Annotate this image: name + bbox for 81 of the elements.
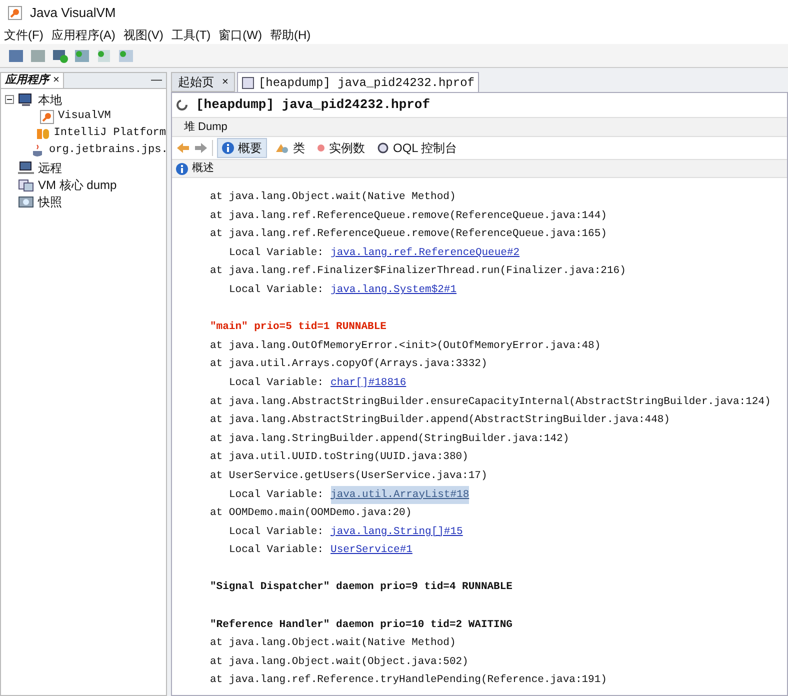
toolbar-icon[interactable] <box>118 48 134 62</box>
dot-icon <box>317 144 325 152</box>
toolbar-icon[interactable] <box>52 48 68 62</box>
view-tab[interactable]: 类 <box>271 138 309 158</box>
stack-frame: at java.lang.AbstractStringBuilder.append(AbstractStringBuilder.java:448) <box>210 414 670 426</box>
editor-tab[interactable]: [heapdump] java_pid24232.hprof <box>237 72 480 92</box>
stack-frame: at java.lang.ref.Finalizer$FinalizerThread.run(Finalizer.java:216) <box>210 265 626 278</box>
shapes-icon <box>275 142 289 154</box>
dump-heading: [heapdump] java_pid24232.hprof <box>196 96 430 114</box>
loading-icon <box>176 99 188 111</box>
core-dump-icon <box>18 178 34 192</box>
menu-item[interactable]: 视图(V) <box>123 26 164 44</box>
app-icon <box>8 6 22 20</box>
window-title: Java VisualVM <box>30 4 116 22</box>
collapse-toggle[interactable] <box>5 95 14 104</box>
variable-link[interactable]: java.lang.String[]#15 <box>330 522 463 542</box>
view-tab[interactable]: 实例数 <box>313 138 369 158</box>
toolbar-icon[interactable] <box>30 48 46 62</box>
computer-icon <box>18 92 34 106</box>
network-computer-icon <box>18 160 34 174</box>
stack-frame: at OOMDemo.main(OOMDemo.java:20) <box>210 507 412 520</box>
variable-label: Local Variable: <box>229 488 324 502</box>
menu-item[interactable]: 应用程序(A) <box>51 26 116 44</box>
tree-item[interactable]: 远程 <box>38 158 62 176</box>
thread-header: "Reference Handler" daemon prio=10 tid=2 WAITING <box>210 618 512 631</box>
toolbar-icon[interactable] <box>74 48 90 62</box>
forward-arrow-icon[interactable] <box>194 142 208 154</box>
app-icon <box>40 110 54 124</box>
variable-label: Local Variable: <box>229 246 324 261</box>
tree-item[interactable]: 本地 <box>38 90 62 108</box>
stack-frame: at UserService.getUsers(UserService.java:17) <box>210 470 488 482</box>
view-tab[interactable]: 概要 <box>217 138 267 158</box>
minimize-button[interactable]: — <box>151 72 166 89</box>
stack-frame: at java.lang.OutOfMemoryError.<init>(OutOfMemoryError.java:48) <box>210 340 601 352</box>
snapshot-icon <box>18 194 34 208</box>
magnifier-icon <box>377 142 389 154</box>
back-arrow-icon[interactable] <box>176 142 190 154</box>
menu-item[interactable]: 文件(F) <box>4 26 44 44</box>
tree-item[interactable]: 快照 <box>38 192 62 210</box>
variable-link[interactable]: java.util.ArrayList#18 <box>330 486 470 504</box>
variable-link[interactable]: UserService#1 <box>330 541 412 560</box>
document-icon <box>242 76 254 88</box>
stack-frame: at java.lang.Object.wait(Native Method) <box>210 637 456 650</box>
thread-header: "main" prio=5 tid=1 RUNNABLE <box>210 321 386 334</box>
info-icon <box>176 162 188 174</box>
stack-frame: at java.util.UUID.toString(UUID.java:380) <box>210 451 468 464</box>
stack-frame: at java.util.Arrays.copyOf(Arrays.java:3332) <box>210 358 488 370</box>
section-title: 堆 Dump <box>184 120 228 135</box>
view-tab[interactable]: OQL 控制台 <box>373 138 462 158</box>
stack-frame: at java.lang.AbstractStringBuilder.ensureCapacityInternal(AbstractStringBuilder.java:124) <box>210 396 771 408</box>
stack-frame: at java.lang.ref.ReferenceQueue.remove(ReferenceQueue.java:165) <box>210 228 607 240</box>
tree-item[interactable]: org.jetbrains.jps. <box>49 142 168 159</box>
toolbar-icon[interactable] <box>96 48 112 62</box>
variable-link[interactable]: java.lang.ref.ReferenceQueue#2 <box>330 244 520 262</box>
menu-item[interactable]: 帮助(H) <box>270 26 311 44</box>
variable-link[interactable]: java.lang.System$2#1 <box>330 280 457 300</box>
thread-header: "Signal Dispatcher" daemon prio=9 tid=4 RUNNABLE <box>210 581 512 594</box>
stack-frame: at java.lang.ref.ReferenceQueue.remove(ReferenceQueue.java:144) <box>210 210 607 222</box>
close-button[interactable]: × <box>222 74 228 90</box>
tree-item[interactable]: VM 核心 dump <box>38 176 117 194</box>
coffee-cup-icon <box>31 144 45 158</box>
variable-label: Local Variable: <box>229 376 324 391</box>
tree-item[interactable]: IntelliJ Platform <box>54 125 166 142</box>
stack-frame: at java.lang.Object.wait(Object.java:502) <box>210 656 468 668</box>
menu-item[interactable]: 窗口(W) <box>218 26 262 44</box>
panel-tab[interactable]: 应用程序 <box>5 72 49 89</box>
close-button[interactable]: × <box>53 72 60 89</box>
stack-frame: at java.lang.Object.wait(Native Method) <box>210 191 456 203</box>
puzzle-icon <box>36 126 50 140</box>
variable-label: Local Variable: <box>229 524 324 540</box>
info-icon <box>222 142 234 154</box>
stack-frame: at java.lang.StringBuilder.append(StringBuilder.java:142) <box>210 432 570 445</box>
menu-item[interactable]: 工具(T) <box>171 26 211 44</box>
stack-frame: at java.lang.ref.Reference.tryHandlePending(Reference.java:191) <box>210 674 607 686</box>
toolbar-icon[interactable] <box>8 48 24 62</box>
variable-link[interactable]: char[]#18816 <box>330 374 406 393</box>
summary-title: 概述 <box>192 161 214 176</box>
variable-label: Local Variable: <box>229 543 324 558</box>
editor-tab[interactable]: 起始页 × <box>171 72 236 92</box>
variable-label: Local Variable: <box>229 282 324 298</box>
tree-item[interactable]: VisualVM <box>58 108 111 125</box>
